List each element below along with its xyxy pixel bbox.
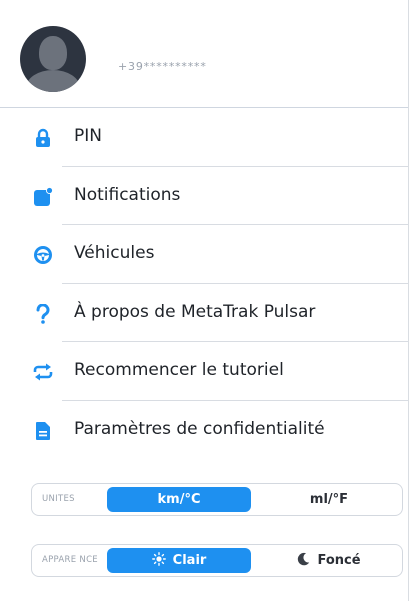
lock-icon — [33, 128, 53, 148]
appearance-option-light-label: Clair — [172, 553, 207, 568]
appearance-label: APPARE NCE — [42, 555, 98, 565]
question-mark-icon — [33, 303, 53, 324]
menu-item-label: Véhicules — [74, 243, 155, 264]
menu-item-about[interactable]: À propos de MetaTrak Pulsar — [0, 284, 408, 343]
steering-wheel-icon — [33, 245, 53, 265]
notification-badge-icon — [33, 186, 53, 207]
phone-number: +39********** — [118, 60, 207, 73]
avatar[interactable] — [20, 26, 86, 92]
units-option-imperial[interactable]: ml/°F — [257, 487, 401, 512]
profile-header: +39********** — [0, 0, 408, 108]
units-toggle: UNITES km/°C ml/°F — [31, 483, 403, 516]
units-label: UNITES — [42, 494, 75, 504]
menu-item-label: Notifications — [74, 184, 181, 205]
units-option-metric[interactable]: km/°C — [107, 487, 251, 512]
appearance-option-dark[interactable]: Foncé — [257, 548, 401, 573]
avatar-body — [26, 70, 80, 92]
appearance-option-dark-label: Foncé — [317, 553, 361, 568]
menu-item-label: PIN — [74, 126, 102, 146]
menu-item-pin[interactable]: PIN — [0, 108, 408, 167]
menu-item-label: Paramètres de confidentialité — [74, 418, 325, 439]
menu-item-label: Recommencer le tutoriel — [74, 360, 284, 381]
moon-icon — [297, 552, 310, 570]
menu-item-label: À propos de MetaTrak Pulsar — [74, 301, 316, 322]
sun-icon — [151, 551, 166, 570]
menu-item-notifications[interactable]: Notifications — [0, 167, 408, 226]
repeat-icon — [33, 362, 53, 382]
menu-item-privacy[interactable]: Paramètres de confidentialité — [0, 401, 408, 460]
avatar-head — [39, 36, 67, 70]
document-icon — [33, 421, 53, 441]
units-option-metric-label: km/°C — [157, 492, 201, 507]
menu-item-vehicles[interactable]: Véhicules — [0, 225, 408, 284]
appearance-toggle: APPARE NCE Clair Foncé — [31, 544, 403, 577]
settings-panel: +39********** PIN Notifications Véhicule… — [0, 0, 409, 601]
menu-item-restart-tutorial[interactable]: Recommencer le tutoriel — [0, 342, 408, 401]
units-option-imperial-label: ml/°F — [309, 492, 349, 507]
appearance-option-light[interactable]: Clair — [107, 548, 251, 573]
settings-menu: PIN Notifications Véhicules À propos de … — [0, 108, 408, 460]
